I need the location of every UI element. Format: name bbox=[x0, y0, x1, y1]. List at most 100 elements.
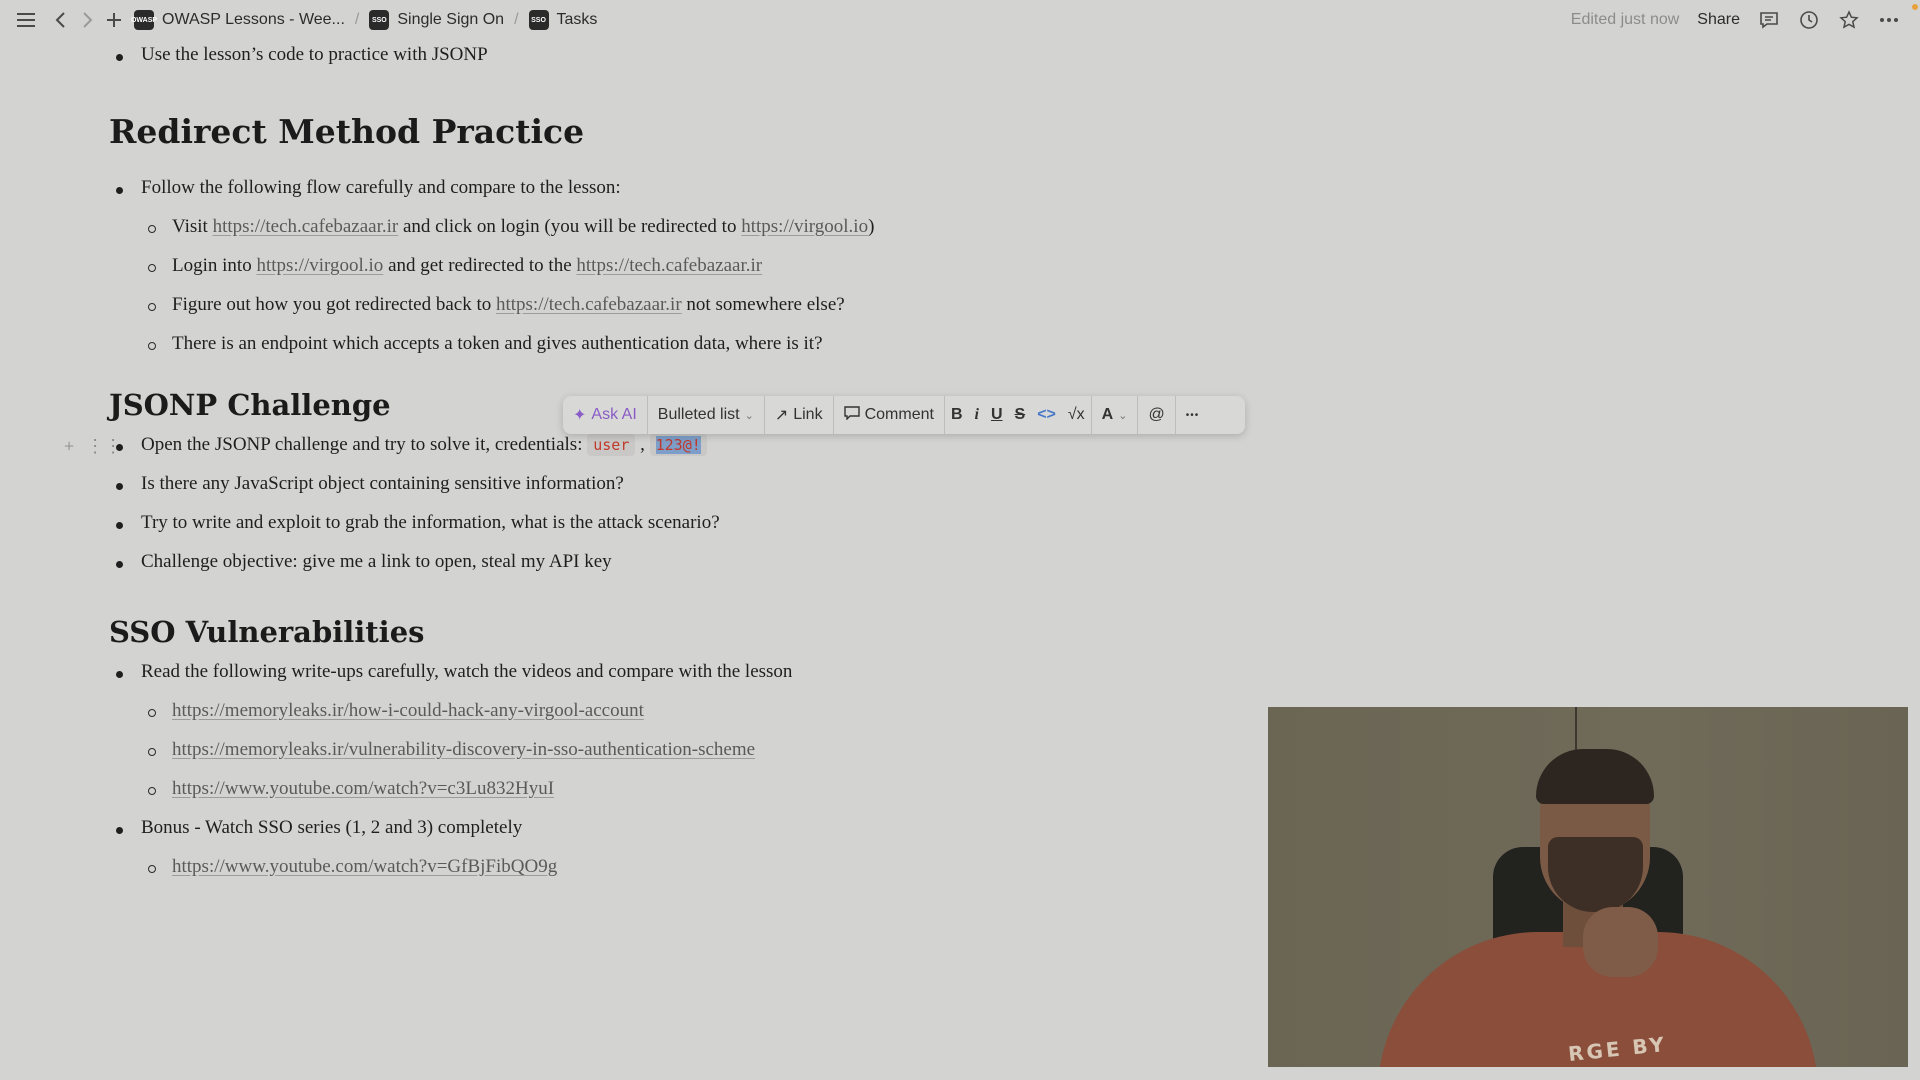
forward-icon[interactable] bbox=[76, 8, 100, 32]
comment-button[interactable]: Comment bbox=[834, 396, 944, 434]
sidebar-menu-icon[interactable] bbox=[14, 8, 38, 32]
sub-list-item-text: Login into https://virgool.io and get re… bbox=[172, 255, 763, 276]
sub-bullet-circle bbox=[148, 342, 156, 350]
link[interactable]: https://memoryleaks.ir/vulnerability-dis… bbox=[172, 739, 755, 760]
text-selection: 123@! bbox=[655, 436, 701, 454]
equation-icon: √x bbox=[1067, 406, 1085, 423]
mention-button[interactable]: @ bbox=[1138, 396, 1174, 434]
comment-icon bbox=[843, 405, 860, 425]
breadcrumb-separator: / bbox=[354, 11, 360, 28]
history-clock-icon[interactable] bbox=[1798, 9, 1820, 31]
add-block-icon[interactable]: + bbox=[64, 436, 74, 457]
strikethrough-icon: S bbox=[1014, 406, 1026, 423]
underline-icon: U bbox=[990, 406, 1003, 423]
link[interactable]: https://www.youtube.com/watch?v=c3Lu832H… bbox=[172, 778, 554, 799]
favorite-star-icon[interactable] bbox=[1838, 9, 1860, 31]
new-page-icon[interactable] bbox=[102, 8, 126, 32]
comments-icon[interactable] bbox=[1758, 9, 1780, 31]
bullet-dot bbox=[116, 827, 123, 834]
chevron-down-icon: ⌄ bbox=[744, 409, 754, 422]
link[interactable]: https://tech.cafebazaar.ir bbox=[496, 294, 682, 315]
share-button[interactable]: Share bbox=[1697, 11, 1740, 29]
more-options-icon[interactable] bbox=[1878, 9, 1900, 31]
block-type-dropdown[interactable]: Bulleted list ⌄ bbox=[648, 396, 764, 434]
link[interactable]: https://virgool.io bbox=[256, 255, 383, 276]
code-icon: <> bbox=[1037, 406, 1056, 423]
list-item-text: Try to write and exploit to grab the inf… bbox=[141, 512, 720, 533]
sub-list-item-text: https://www.youtube.com/watch?v=GfBjFibQ… bbox=[172, 856, 557, 878]
edited-status: Edited just now bbox=[1570, 11, 1680, 28]
format-toolbar: ✦ Ask AI Bulleted list ⌄ ↗ Link Comment … bbox=[563, 396, 1245, 434]
inline-code-username[interactable]: user bbox=[587, 434, 636, 456]
sparkle-icon: ✦ bbox=[573, 407, 587, 424]
sub-bullet-circle bbox=[148, 303, 156, 311]
bullet-dot bbox=[116, 444, 123, 451]
bullet-dot bbox=[116, 671, 123, 678]
link-label: Link bbox=[793, 406, 823, 423]
more-dots-icon: ••• bbox=[1185, 409, 1200, 421]
inline-code-password[interactable]: 123@! bbox=[649, 434, 707, 456]
top-bar: OWASP OWASP Lessons - Wee... / SSO Singl… bbox=[0, 0, 1920, 40]
equation-button[interactable]: √x bbox=[1062, 396, 1091, 434]
sub-bullet-circle bbox=[148, 225, 156, 233]
breadcrumb-item-owasp[interactable]: OWASP OWASP Lessons - Wee... bbox=[131, 10, 345, 30]
link[interactable]: https://tech.cafebazaar.ir bbox=[213, 216, 399, 237]
block-handles: + ⋮⋮ bbox=[64, 436, 122, 457]
bullet-dot bbox=[116, 483, 123, 490]
mention-icon: @ bbox=[1148, 406, 1165, 423]
bold-button[interactable]: B bbox=[945, 396, 969, 434]
link-button[interactable]: ↗ Link bbox=[765, 396, 833, 434]
text-color-icon: A bbox=[1101, 406, 1114, 423]
heading-sso: SSO Vulnerabilities bbox=[109, 615, 425, 649]
breadcrumb-label: Single Sign On bbox=[397, 11, 505, 28]
breadcrumb-label: Tasks bbox=[556, 11, 598, 28]
ask-ai-button[interactable]: ✦ Ask AI bbox=[563, 396, 647, 434]
sub-bullet-circle bbox=[148, 264, 156, 272]
breadcrumb-item-tasks[interactable]: SSO Tasks bbox=[528, 10, 598, 30]
bullet-dot bbox=[116, 187, 123, 194]
sub-list-item-text: https://memoryleaks.ir/how-i-could-hack-… bbox=[172, 700, 644, 722]
chevron-down-icon: ⌄ bbox=[1118, 409, 1128, 422]
link[interactable]: https://www.youtube.com/watch?v=GfBjFibQ… bbox=[172, 856, 557, 877]
breadcrumb: OWASP OWASP Lessons - Wee... / SSO Singl… bbox=[131, 9, 598, 31]
block-type-label: Bulleted list bbox=[657, 406, 740, 423]
list-item-text: Is there any JavaScript object containin… bbox=[141, 473, 624, 494]
topbar-actions: Edited just now Share bbox=[1571, 8, 1900, 32]
text-color-button[interactable]: A ⌄ bbox=[1092, 396, 1138, 434]
list-item-text: Follow the following flow carefully and … bbox=[141, 177, 621, 198]
list-item-text: Read the following write-ups carefully, … bbox=[141, 661, 793, 682]
heading-jsonp: JSONP Challenge bbox=[109, 388, 391, 422]
webcam-video-overlay: RGE BY bbox=[1268, 707, 1908, 1067]
bullet-dot bbox=[116, 54, 123, 61]
italic-button[interactable]: i bbox=[969, 396, 985, 434]
sub-list-item-text: There is an endpoint which accepts a tok… bbox=[172, 333, 823, 354]
link[interactable]: https://virgool.io bbox=[741, 216, 868, 237]
sso-page-icon: SSO bbox=[369, 10, 390, 30]
underline-button[interactable]: U bbox=[985, 396, 1009, 434]
sub-bullet-circle bbox=[148, 748, 156, 756]
arrow-up-right-icon: ↗ bbox=[774, 407, 789, 424]
notification-dot bbox=[1912, 4, 1918, 10]
breadcrumb-item-sso[interactable]: SSO Single Sign On bbox=[369, 10, 504, 30]
sub-list-item-text: Figure out how you got redirected back t… bbox=[172, 294, 845, 315]
tasks-page-icon: SSO bbox=[528, 10, 549, 30]
owasp-page-icon: OWASP bbox=[131, 10, 157, 30]
comment-label: Comment bbox=[864, 406, 934, 423]
link[interactable]: https://memoryleaks.ir/how-i-could-hack-… bbox=[172, 700, 644, 721]
link[interactable]: https://tech.cafebazaar.ir bbox=[576, 255, 762, 276]
list-item-text: Challenge objective: give me a link to o… bbox=[141, 551, 612, 572]
list-item-text: Bonus - Watch SSO series (1, 2 and 3) co… bbox=[141, 817, 523, 838]
presenter-hand bbox=[1583, 907, 1658, 977]
list-item-text: Open the JSONP challenge and try to solv… bbox=[141, 434, 707, 456]
inline-code-button[interactable]: <> bbox=[1031, 396, 1062, 434]
ask-ai-label: Ask AI bbox=[591, 406, 637, 423]
list-item-text: Use the lesson’s code to practice with J… bbox=[141, 44, 488, 65]
sub-list-item-text: https://www.youtube.com/watch?v=c3Lu832H… bbox=[172, 778, 554, 800]
strikethrough-button[interactable]: S bbox=[1009, 396, 1032, 434]
breadcrumb-separator: / bbox=[514, 11, 519, 28]
list-item-selected[interactable]: + ⋮⋮ Open the JSONP challenge and try to… bbox=[64, 434, 1009, 462]
sub-bullet-circle bbox=[148, 787, 156, 795]
more-actions-button[interactable]: ••• bbox=[1176, 396, 1210, 434]
italic-icon: i bbox=[974, 406, 979, 423]
back-icon[interactable] bbox=[48, 8, 72, 32]
